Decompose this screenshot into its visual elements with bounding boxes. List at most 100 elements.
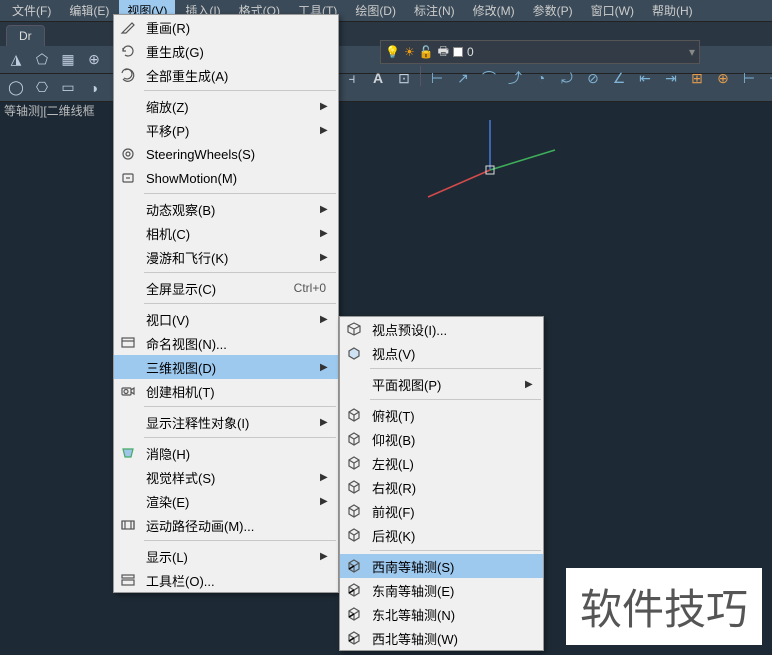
dim-linear-icon[interactable]: ⊢ <box>425 66 449 90</box>
iso-icon <box>340 626 368 650</box>
menu-item[interactable]: 前视(F) <box>340 499 543 523</box>
view-status-label: 等轴测][二维线框 <box>4 102 95 119</box>
submenu-arrow-icon: ▶ <box>320 472 332 483</box>
menu-item[interactable]: 运动路径动画(M)... <box>114 513 338 537</box>
menu-item[interactable]: 后视(K) <box>340 523 543 547</box>
submenu-arrow-icon: ▶ <box>320 551 332 562</box>
drawing-tab[interactable]: Dr <box>6 25 45 46</box>
iso-icon <box>340 554 368 578</box>
dim-rad-icon[interactable]: ◔ <box>529 66 553 90</box>
menu-item[interactable]: 重画(R) <box>114 15 338 39</box>
tool-l2-icon[interactable]: ▭ <box>56 76 80 100</box>
menu-item[interactable]: 视点(V) <box>340 341 543 365</box>
submenu-arrow-icon: ▶ <box>525 379 537 390</box>
tool-ellipse-icon[interactable]: ◯ <box>4 76 28 100</box>
menu-item[interactable]: 相机(C)▶ <box>114 221 338 245</box>
tool-mirror-icon[interactable]: ◮ <box>4 48 28 72</box>
menu-item[interactable]: 创建相机(T) <box>114 379 338 403</box>
menu-item-label: 平面视图(P) <box>368 375 525 394</box>
menu-item-label: 前视(F) <box>368 502 537 521</box>
menu-item[interactable]: 显示(L)▶ <box>114 544 338 568</box>
menu-item[interactable]: 视口(V)▶ <box>114 307 338 331</box>
tool-l3-icon[interactable]: ◑ <box>82 76 106 100</box>
tool-shape-icon[interactable]: ⬠ <box>30 48 54 72</box>
menu-item[interactable]: 缩放(Z)▶ <box>114 94 338 118</box>
cube-icon <box>340 403 368 427</box>
dim-q4-icon[interactable]: ⊕ <box>711 66 735 90</box>
menu-item[interactable]: 视觉样式(S)▶ <box>114 465 338 489</box>
menu-item[interactable]: 渲染(E)▶ <box>114 489 338 513</box>
menu-item[interactable]: SteeringWheels(S) <box>114 142 338 166</box>
tool-grid-icon[interactable]: ▦ <box>56 48 80 72</box>
dim-aligned-icon[interactable]: ↗ <box>451 66 475 90</box>
dim-arc-icon[interactable]: ⌒ <box>477 66 501 90</box>
menu-help[interactable]: 帮助(H) <box>644 0 701 21</box>
layer-control[interactable]: 💡 ☀ 🔓 🖶 0 ▾ <box>380 40 700 64</box>
menu-item[interactable]: 工具栏(O)... <box>114 568 338 592</box>
menu-item[interactable]: 全屏显示(C)Ctrl+0 <box>114 276 338 300</box>
menu-item-label: 消隐(H) <box>142 444 332 463</box>
menu-separator <box>144 303 336 304</box>
menu-item[interactable]: 三维视图(D)▶ <box>114 355 338 379</box>
menu-item[interactable]: 俯视(T) <box>340 403 543 427</box>
menu-item[interactable]: 左视(L) <box>340 451 543 475</box>
menu-item[interactable]: 重生成(G) <box>114 39 338 63</box>
menu-item[interactable]: 视点预设(I)... <box>340 317 543 341</box>
menu-item[interactable]: 漫游和飞行(K)▶ <box>114 245 338 269</box>
dim-ang-icon[interactable]: ∠ <box>607 66 631 90</box>
menu-item[interactable]: 右视(R) <box>340 475 543 499</box>
dim-q6-icon[interactable]: ⊣ <box>763 66 772 90</box>
blank-icon <box>114 489 142 513</box>
blank-icon <box>114 197 142 221</box>
submenu-arrow-icon: ▶ <box>320 252 332 263</box>
blank-icon <box>114 307 142 331</box>
dim-q5-icon[interactable]: ⊢ <box>737 66 761 90</box>
menu-dim[interactable]: 标注(N) <box>406 0 463 21</box>
menu-item[interactable]: ShowMotion(M) <box>114 166 338 190</box>
menu-param[interactable]: 参数(P) <box>525 0 581 21</box>
tool-target-icon[interactable]: ⊕ <box>82 48 106 72</box>
tool-l1-icon[interactable]: ⎔ <box>30 76 54 100</box>
blank-icon <box>114 221 142 245</box>
chevron-down-icon[interactable]: ▾ <box>689 45 695 59</box>
menu-window[interactable]: 窗口(W) <box>583 0 642 21</box>
menu-item[interactable]: 平面视图(P)▶ <box>340 372 543 396</box>
menu-item[interactable]: 命名视图(N)... <box>114 331 338 355</box>
menu-draw[interactable]: 绘图(D) <box>347 0 404 21</box>
menu-item[interactable]: 显示注释性对象(I)▶ <box>114 410 338 434</box>
menu-item-label: 视点预设(I)... <box>368 320 537 339</box>
toolbar-icon <box>114 568 142 592</box>
vp-icon <box>340 341 368 365</box>
menu-item[interactable]: 东南等轴测(E) <box>340 578 543 602</box>
text-icon[interactable]: A <box>366 66 390 90</box>
menu-item-label: 漫游和飞行(K) <box>142 248 320 267</box>
dim-icon-2[interactable]: ⊡ <box>392 66 416 90</box>
menu-item[interactable]: 西北等轴测(W) <box>340 626 543 650</box>
menu-file[interactable]: 文件(F) <box>4 0 59 21</box>
menu-item-label: 仰视(B) <box>368 430 537 449</box>
blank-icon <box>114 94 142 118</box>
dim-icon-1[interactable]: ⫞ <box>340 66 364 90</box>
dim-ord-icon[interactable]: ⤴ <box>503 66 527 90</box>
dim-q2-icon[interactable]: ⇥ <box>659 66 683 90</box>
menu-item[interactable]: 平移(P)▶ <box>114 118 338 142</box>
iso-icon <box>340 602 368 626</box>
dim-q1-icon[interactable]: ⇤ <box>633 66 657 90</box>
menu-item[interactable]: 消隐(H) <box>114 441 338 465</box>
menu-item[interactable]: 东北等轴测(N) <box>340 602 543 626</box>
menu-item-label: 命名视图(N)... <box>142 334 332 353</box>
menu-item-label: 创建相机(T) <box>142 382 332 401</box>
menu-item[interactable]: 全部重生成(A) <box>114 63 338 87</box>
dim-q3-icon[interactable]: ⊞ <box>685 66 709 90</box>
menu-item[interactable]: 西南等轴测(S) <box>340 554 543 578</box>
submenu-arrow-icon: ▶ <box>320 362 332 373</box>
menu-item-label: 左视(L) <box>368 454 537 473</box>
menu-item[interactable]: 仰视(B) <box>340 427 543 451</box>
blank-icon <box>114 276 142 300</box>
menu-separator <box>370 368 541 369</box>
menu-edit[interactable]: 编辑(E) <box>61 0 117 21</box>
menu-item[interactable]: 动态观察(B)▶ <box>114 197 338 221</box>
menu-modify[interactable]: 修改(M) <box>465 0 523 21</box>
dim-dia-icon[interactable]: ⊘ <box>581 66 605 90</box>
dim-jog-icon[interactable]: ⤾ <box>555 66 579 90</box>
